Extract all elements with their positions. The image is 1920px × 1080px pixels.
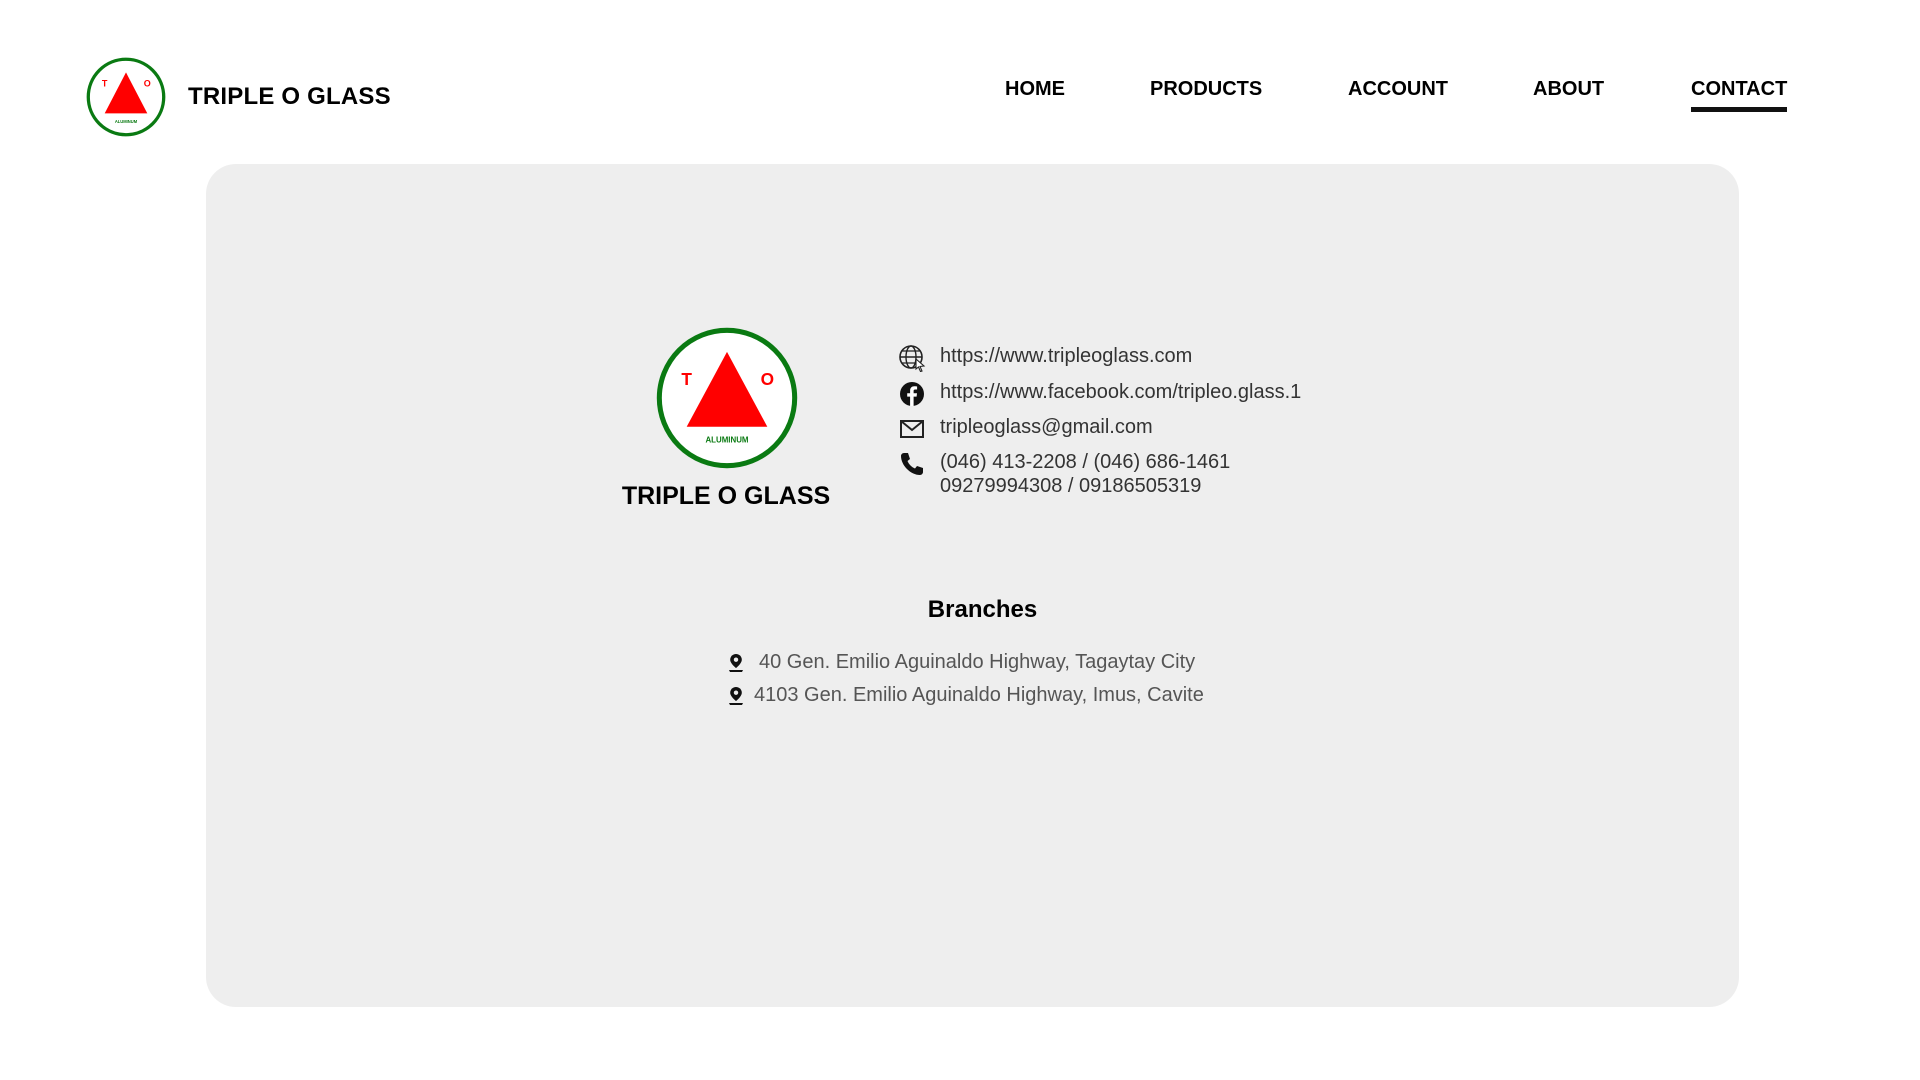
globe-cursor-icon [898, 344, 926, 372]
site-header: T O ALUMINUM TRIPLE O GLASS HOME PRODUCT… [0, 0, 1920, 160]
phone-mobiles: 09279994308 / 09186505319 [940, 475, 1202, 497]
svg-text:T: T [681, 369, 692, 389]
company-logo-icon: T O ALUMINUM [656, 327, 798, 469]
branch-address: 4103 Gen. Emilio Aguinaldo Highway, Imus… [754, 684, 1204, 706]
contact-email[interactable]: tripleoglass@gmail.com [898, 415, 1153, 443]
phone-numbers: (046) 413-2208 / (046) 686-1461 09279994… [940, 450, 1230, 498]
branch-item: 4103 Gen. Emilio Aguinaldo Highway, Imus… [727, 684, 1204, 707]
svg-text:ALUMINUM: ALUMINUM [705, 436, 748, 445]
nav-account[interactable]: ACCOUNT [1348, 78, 1448, 107]
facebook-link[interactable]: https://www.facebook.com/tripleo.glass.1 [940, 380, 1301, 404]
website-link[interactable]: https://www.tripleoglass.com [940, 344, 1192, 368]
phone-landlines: (046) 413-2208 / (046) 686-1461 [940, 451, 1231, 473]
branch-address: 40 Gen. Emilio Aguinaldo Highway, Tagayt… [759, 651, 1196, 673]
contact-website[interactable]: https://www.tripleoglass.com [898, 344, 1192, 372]
nav-home[interactable]: HOME [1005, 78, 1065, 107]
contact-phone[interactable]: (046) 413-2208 / (046) 686-1461 09279994… [898, 450, 1230, 498]
nav-contact[interactable]: CONTACT [1691, 78, 1788, 112]
phone-icon [898, 450, 926, 478]
contact-card: T O ALUMINUM TRIPLE O GLASS https://www.… [206, 164, 1739, 1007]
contact-facebook[interactable]: https://www.facebook.com/tripleo.glass.1 [898, 380, 1301, 408]
nav-products[interactable]: PRODUCTS [1150, 78, 1262, 107]
map-pin-icon [727, 686, 745, 706]
company-name: TRIPLE O GLASS [621, 482, 831, 510]
branch-item: 40 Gen. Emilio Aguinaldo Highway, Tagayt… [727, 651, 1195, 674]
main-nav: HOME PRODUCTS ACCOUNT ABOUT CONTACT [0, 78, 1920, 118]
facebook-icon [898, 380, 926, 408]
svg-text:O: O [761, 369, 774, 389]
svg-text:ALUMINUM: ALUMINUM [115, 119, 138, 124]
company-logo: T O ALUMINUM [655, 326, 799, 470]
email-link[interactable]: tripleoglass@gmail.com [940, 415, 1153, 439]
nav-about[interactable]: ABOUT [1533, 78, 1604, 107]
map-pin-icon [727, 653, 745, 673]
branches-title: Branches [927, 596, 1038, 623]
mail-icon [898, 415, 926, 443]
